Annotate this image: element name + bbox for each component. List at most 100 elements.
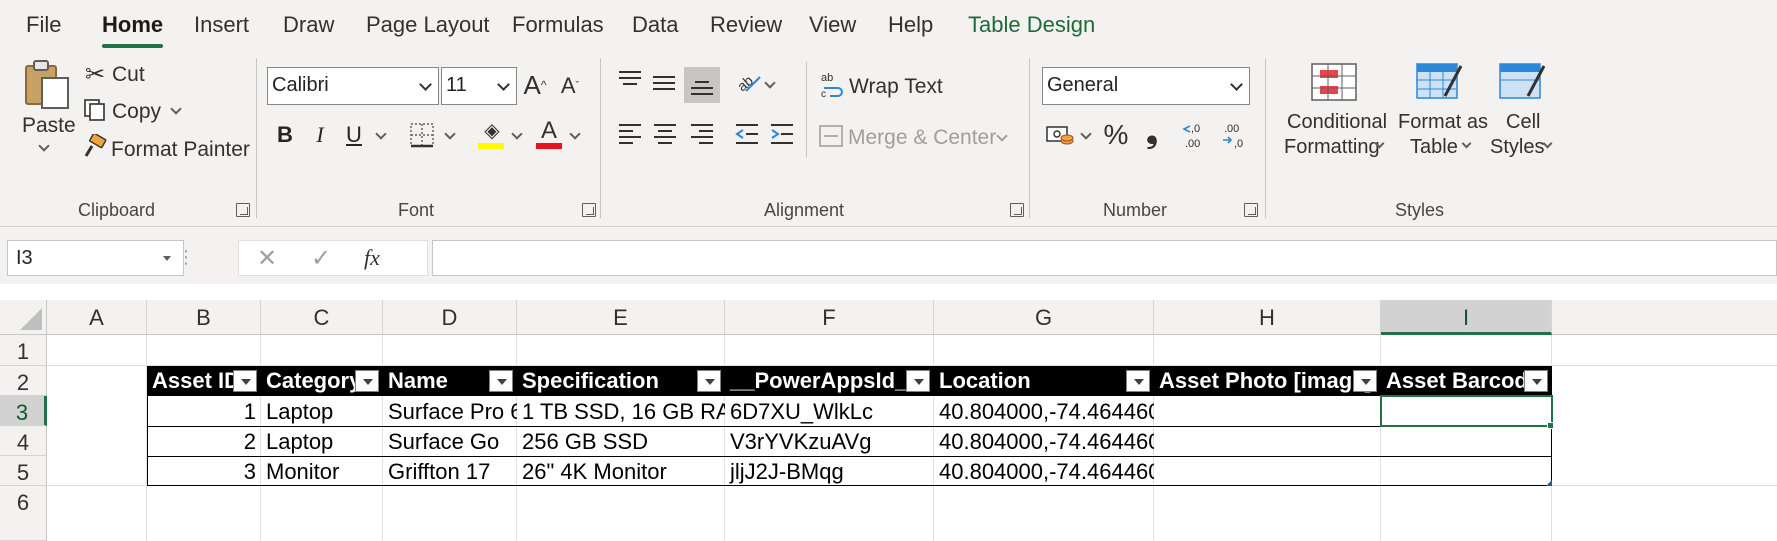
formula-input[interactable] [432, 240, 1777, 276]
column-header-b[interactable]: B [147, 300, 261, 335]
align-bottom-button[interactable] [684, 67, 720, 103]
row-header-5[interactable]: 5 [0, 456, 47, 486]
table-cell[interactable]: 2 [147, 426, 261, 456]
underline-chevron-icon[interactable] [375, 128, 387, 140]
align-middle-icon[interactable] [651, 70, 677, 96]
table-header-location[interactable]: Location [934, 366, 1154, 396]
increase-indent-icon[interactable] [769, 121, 795, 147]
table-header-asset-photo[interactable]: Asset Photo [image] [1154, 366, 1381, 396]
row-header-6[interactable]: 6 [0, 486, 47, 541]
row-header-3[interactable]: 3 [0, 396, 47, 426]
column-header-blank[interactable] [1552, 300, 1777, 335]
filter-dropdown-icon[interactable] [697, 370, 721, 392]
table-cell[interactable] [1381, 426, 1552, 456]
copy-button[interactable]: Copy [82, 97, 192, 127]
worksheet-grid[interactable]: A B C D E F G H I 1 2 3 4 5 6 Asset ID C… [0, 300, 1777, 541]
table-cell[interactable]: Surface Go [383, 426, 517, 456]
table-header-asset-id[interactable]: Asset ID [147, 366, 261, 396]
more-options-icon[interactable]: ⋮ [177, 243, 195, 271]
filter-dropdown-icon[interactable] [489, 370, 513, 392]
table-cell[interactable]: 6D7XU_WlkLc [725, 396, 934, 426]
table-cell[interactable]: 1 TB SSD, 16 GB RAM [517, 396, 725, 426]
number-format-select[interactable]: General [1042, 67, 1250, 105]
paste-button[interactable]: Paste [18, 58, 76, 168]
table-cell[interactable]: 256 GB SSD [517, 426, 725, 456]
table-cell[interactable]: Griffton 17 [383, 456, 517, 486]
table-header-category[interactable]: Category [261, 366, 383, 396]
filter-dropdown-icon[interactable] [1524, 370, 1548, 392]
table-cell[interactable]: Surface Pro 6 [383, 396, 517, 426]
font-color-button[interactable]: A [534, 117, 564, 150]
tab-home[interactable]: Home [102, 12, 164, 48]
table-cell[interactable]: Laptop [261, 426, 383, 456]
table-resize-handle-icon[interactable] [1546, 480, 1552, 486]
increase-font-size-icon[interactable]: A ^ [520, 68, 550, 102]
format-as-table-button[interactable]: Format as Table [1393, 60, 1488, 165]
table-cell[interactable]: Laptop [261, 396, 383, 426]
align-right-icon[interactable] [689, 121, 715, 147]
bold-button[interactable]: B [272, 119, 298, 151]
comma-style-button[interactable]: ❟ [1140, 114, 1164, 152]
format-painter-button[interactable]: Format Painter [82, 134, 250, 164]
fill-handle[interactable] [1547, 422, 1554, 429]
select-all-button[interactable] [0, 300, 47, 335]
table-header-powerappsid[interactable]: __PowerAppsId__ [725, 366, 934, 396]
tab-view[interactable]: View [809, 12, 856, 38]
clipboard-dialog-launcher-icon[interactable] [236, 203, 250, 217]
tab-file[interactable]: File [26, 12, 61, 38]
borders-icon[interactable] [409, 122, 435, 148]
filter-dropdown-icon[interactable] [233, 370, 257, 392]
table-cell[interactable]: Monitor [261, 456, 383, 486]
table-cell[interactable] [1154, 396, 1381, 426]
tab-formulas[interactable]: Formulas [512, 12, 604, 38]
name-box[interactable]: I3 [7, 240, 184, 276]
filter-dropdown-icon[interactable] [906, 370, 930, 392]
column-header-a[interactable]: A [47, 300, 147, 335]
number-dialog-launcher-icon[interactable] [1244, 203, 1258, 217]
decrease-font-size-icon[interactable]: Aˇ [556, 70, 584, 102]
tab-table-design[interactable]: Table Design [968, 12, 1095, 38]
align-top-icon[interactable] [617, 68, 643, 94]
table-cell[interactable]: 26" 4K Monitor [517, 456, 725, 486]
underline-button[interactable]: U [341, 119, 367, 151]
table-header-asset-barcode[interactable]: Asset Barcode [1381, 366, 1552, 396]
filter-dropdown-icon[interactable] [1126, 370, 1150, 392]
column-header-e[interactable]: E [517, 300, 725, 335]
row-header-1[interactable]: 1 [0, 335, 47, 366]
table-cell[interactable]: 40.804000,-74.464460 [934, 426, 1154, 456]
table-cell[interactable] [1381, 456, 1552, 486]
tab-data[interactable]: Data [632, 12, 678, 38]
tab-draw[interactable]: Draw [283, 12, 334, 38]
cell-styles-button[interactable]: Cell Styles [1488, 60, 1558, 165]
filter-dropdown-icon[interactable] [355, 370, 379, 392]
cancel-icon[interactable]: ✕ [253, 243, 281, 273]
table-cell[interactable]: jljJ2J-BMqg [725, 456, 934, 486]
merge-center-button[interactable]: Merge & Center [818, 121, 1013, 153]
table-header-name[interactable]: Name [383, 366, 517, 396]
table-cell[interactable] [1154, 456, 1381, 486]
table-header-specification[interactable]: Specification [517, 366, 725, 396]
font-color-chevron-icon[interactable] [569, 128, 581, 140]
table-cell[interactable]: 1 [147, 396, 261, 426]
table-cell[interactable]: 3 [147, 456, 261, 486]
tab-page-layout[interactable]: Page Layout [366, 12, 490, 38]
percent-style-button[interactable]: % [1101, 118, 1131, 152]
orientation-chevron-icon[interactable] [764, 77, 776, 89]
tab-help[interactable]: Help [888, 12, 933, 38]
table-cell[interactable]: 40.804000,-74.464460 [934, 396, 1154, 426]
column-header-g[interactable]: G [934, 300, 1154, 335]
conditional-formatting-button[interactable]: Conditional Formatting [1280, 60, 1390, 165]
fill-color-chevron-icon[interactable] [511, 128, 523, 140]
row-header-2[interactable]: 2 [0, 366, 47, 396]
align-center-icon[interactable] [652, 121, 678, 147]
table-cell[interactable]: 40.804000,-74.464460 [934, 456, 1154, 486]
increase-decimal-icon[interactable]: ,0 .00 [1181, 120, 1215, 150]
align-left-icon[interactable] [617, 121, 643, 147]
font-size-select[interactable]: 11 [441, 67, 517, 105]
decrease-decimal-icon[interactable]: .00 ,0 [1220, 120, 1254, 150]
filter-dropdown-icon[interactable] [1353, 370, 1377, 392]
column-header-i[interactable]: I [1381, 300, 1552, 335]
column-header-h[interactable]: H [1154, 300, 1381, 335]
wrap-text-button[interactable]: ab c Wrap Text [820, 70, 945, 102]
borders-chevron-icon[interactable] [444, 128, 456, 140]
